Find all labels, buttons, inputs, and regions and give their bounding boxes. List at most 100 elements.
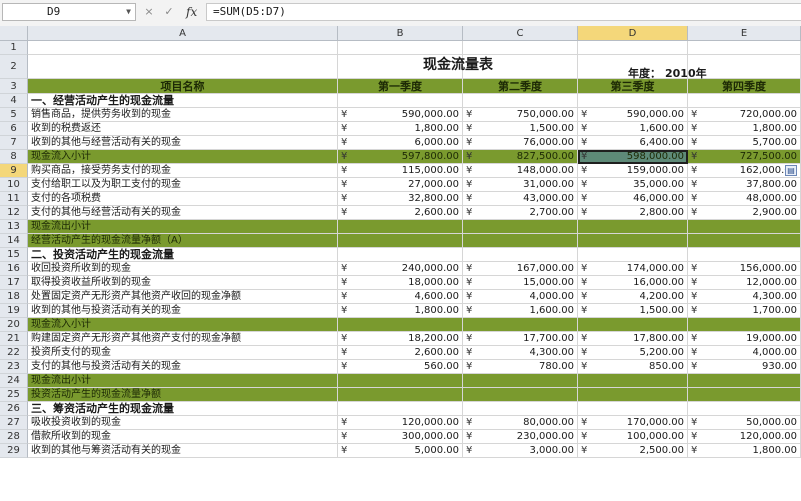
cell-e27[interactable]: ¥50,000.00 [688,416,801,430]
cell-a20[interactable]: 现金流入小计 [28,318,338,332]
cell-c17[interactable]: ¥15,000.00 [463,276,578,290]
cell-a28[interactable]: 借款所收到的现金 [28,430,338,444]
cell-c3[interactable]: 第二季度 [463,79,578,94]
cell-a10[interactable]: 支付给职工以及为职工支付的现金 [28,178,338,192]
row-header[interactable]: 6 [0,122,28,136]
cell-a16[interactable]: 收回投资所收到的现金 [28,262,338,276]
cell-a5[interactable]: 销售商品，提供劳务收到的现金 [28,108,338,122]
cell-d28[interactable]: ¥100,000.00 [578,430,688,444]
cell-e11[interactable]: ¥48,000.00 [688,192,801,206]
cell-d23[interactable]: ¥850.00 [578,360,688,374]
cell-d5[interactable]: ¥590,000.00 [578,108,688,122]
cell-a7[interactable]: 收到的其他与经营活动有关的现金 [28,136,338,150]
cell-a27[interactable]: 吸收投资收到的现金 [28,416,338,430]
row-header[interactable]: 17 [0,276,28,290]
select-all-corner[interactable] [0,26,28,41]
cell-b19[interactable]: ¥1,800.00 [338,304,463,318]
row-header[interactable]: 19 [0,304,28,318]
cell-d9[interactable]: ¥159,000.00 [578,164,688,178]
cell-e5[interactable]: ¥720,000.00 [688,108,801,122]
row-header[interactable]: 5 [0,108,28,122]
cell-c23[interactable]: ¥780.00 [463,360,578,374]
name-box[interactable]: D9 ▼ [2,3,136,21]
paste-options-icon[interactable]: ▤ [785,165,797,176]
cell-c8[interactable]: ¥827,500.00 [463,150,578,164]
cell-c7[interactable]: ¥76,000.00 [463,136,578,150]
cell-a9[interactable]: 购买商品，接受劳务支付的现金 [28,164,338,178]
cell-a12[interactable]: 支付的其他与经营活动有关的现金 [28,206,338,220]
column-header-c[interactable]: C [463,26,578,41]
cancel-icon[interactable]: × [140,4,158,20]
cell-e20[interactable] [688,318,801,332]
cell-d18[interactable]: ¥4,200.00 [578,290,688,304]
cell-d14[interactable] [578,234,688,248]
cell-b9[interactable]: ¥115,000.00 [338,164,463,178]
cell-b5[interactable]: ¥590,000.00 [338,108,463,122]
cell-d7[interactable]: ¥6,400.00 [578,136,688,150]
cell-b14[interactable] [338,234,463,248]
chevron-down-icon[interactable]: ▼ [126,4,131,20]
cell-d3[interactable]: 第三季度 [578,79,688,94]
row-header[interactable]: 1 [0,41,28,55]
cell-a11[interactable]: 支付的各项税费 [28,192,338,206]
cell-b22[interactable]: ¥2,600.00 [338,346,463,360]
cell-e13[interactable] [688,220,801,234]
cell-c1[interactable] [463,41,578,55]
column-header-d[interactable]: D [578,26,688,41]
cell-b16[interactable]: ¥240,000.00 [338,262,463,276]
cell-a23[interactable]: 支付的其他与投资活动有关的现金 [28,360,338,374]
cell-b24[interactable] [338,374,463,388]
formula-input[interactable]: =SUM(D5:D7) [206,3,801,21]
cell-b8[interactable]: ¥597,800.00 [338,150,463,164]
cell-d1[interactable] [578,41,688,55]
cell-b28[interactable]: ¥300,000.00 [338,430,463,444]
cell-d21[interactable]: ¥17,800.00 [578,332,688,346]
cell-c20[interactable] [463,318,578,332]
cell-e8[interactable]: ¥727,500.00 [688,150,801,164]
row-header[interactable]: 15 [0,248,28,262]
cell-a21[interactable]: 购建固定资产无形资产其他资产支付的现金净额 [28,332,338,346]
cell-b10[interactable]: ¥27,000.00 [338,178,463,192]
cell-d10[interactable]: ¥35,000.00 [578,178,688,192]
row-header[interactable]: 2 [0,55,28,79]
row-header[interactable]: 16 [0,262,28,276]
cell-d19[interactable]: ¥1,500.00 [578,304,688,318]
cell-b18[interactable]: ¥4,600.00 [338,290,463,304]
insert-function-button[interactable]: fx [186,4,197,20]
cell-c6[interactable]: ¥1,500.00 [463,122,578,136]
cell-e25[interactable] [688,388,801,402]
row-header[interactable]: 10 [0,178,28,192]
row-header[interactable]: 27 [0,416,28,430]
cell-d6[interactable]: ¥1,600.00 [578,122,688,136]
cell-d24[interactable] [578,374,688,388]
worksheet-grid[interactable]: A B C D E 1 2 现金流量表 年度： 2010年 3 项目名称 第一季度 第二季度 第三季度 第四季… [0,26,801,501]
cell-c15[interactable] [463,248,578,262]
cell-b21[interactable]: ¥18,200.00 [338,332,463,346]
cell-d22[interactable]: ¥5,200.00 [578,346,688,360]
confirm-icon[interactable]: ✓ [160,4,178,20]
cell-a26[interactable]: 三、筹资活动产生的现金流量 [28,402,338,416]
cell-a3[interactable]: 项目名称 [28,79,338,94]
cell-e26[interactable] [688,402,801,416]
cell-b6[interactable]: ¥1,800.00 [338,122,463,136]
cell-e22[interactable]: ¥4,000.00 [688,346,801,360]
cell-e14[interactable] [688,234,801,248]
cell-e3[interactable]: 第四季度 [688,79,801,94]
cell-e12[interactable]: ¥2,900.00 [688,206,801,220]
row-header[interactable]: 7 [0,136,28,150]
cell-d25[interactable] [578,388,688,402]
cell-c10[interactable]: ¥31,000.00 [463,178,578,192]
cell-a25[interactable]: 投资活动产生的现金流量净额 [28,388,338,402]
column-header-b[interactable]: B [338,26,463,41]
cell-d15[interactable] [578,248,688,262]
cell-e24[interactable] [688,374,801,388]
row-header[interactable]: 12 [0,206,28,220]
row-header[interactable]: 21 [0,332,28,346]
cell-a2[interactable] [28,55,338,79]
column-header-e[interactable]: E [688,26,801,41]
cell-c14[interactable] [463,234,578,248]
cell-b20[interactable] [338,318,463,332]
row-header[interactable]: 9 [0,164,28,178]
cell-e29[interactable]: ¥1,800.00 [688,444,801,458]
cell-b15[interactable] [338,248,463,262]
